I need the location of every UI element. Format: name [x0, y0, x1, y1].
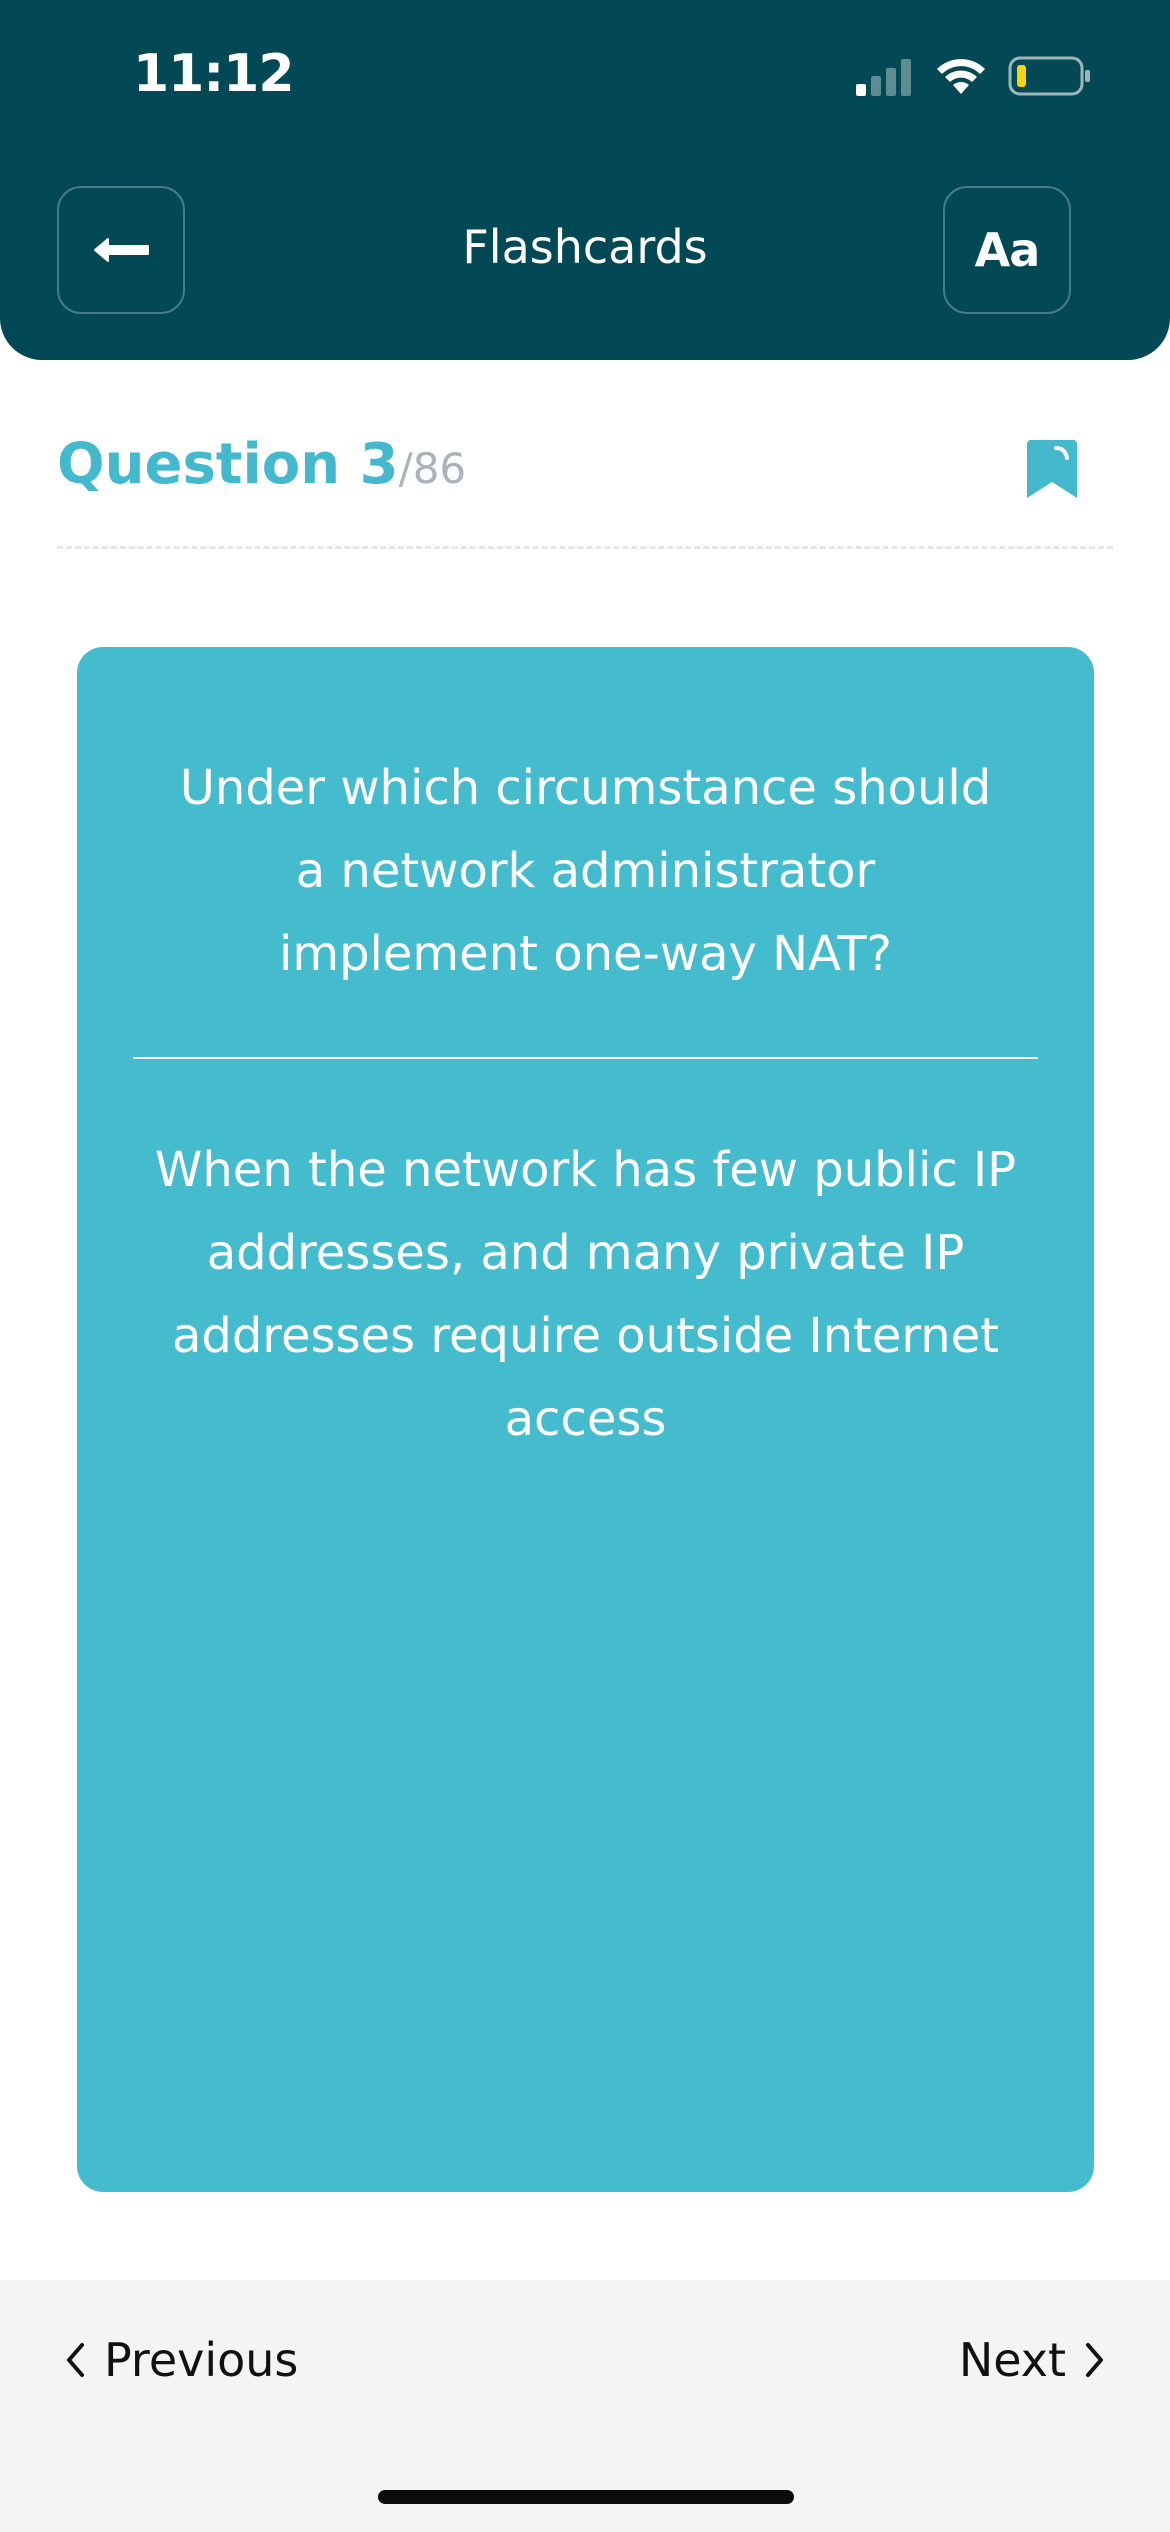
previous-label: Previous	[104, 2333, 299, 2387]
font-size-button[interactable]: Aa	[943, 186, 1071, 314]
bookmark-icon[interactable]	[1025, 436, 1079, 502]
card-answer: When the network has few public IP addre…	[154, 1142, 1017, 1447]
font-size-label: Aa	[974, 223, 1041, 277]
next-label: Next	[958, 2333, 1066, 2387]
flashcards-screen: 11:12 Flashcards Aa Question 3/86 Under …	[0, 0, 1170, 2532]
question-number: Question 3	[57, 432, 399, 497]
previous-button[interactable]: Previous	[64, 2320, 298, 2400]
card-question: Under which circumstance should a networ…	[179, 760, 992, 982]
question-counter: Question 3/86	[57, 432, 466, 512]
status-time: 11:12	[133, 44, 295, 104]
cellular-signal-icon	[856, 59, 911, 96]
dashed-divider	[57, 546, 1113, 549]
question-total: /86	[398, 444, 467, 493]
next-button[interactable]: Next	[959, 2320, 1106, 2400]
chevron-left-icon	[67, 2343, 84, 2377]
flashcard[interactable]: Under which circumstance should a networ…	[77, 647, 1094, 2192]
card-divider	[133, 1057, 1038, 1059]
header-bar: 11:12 Flashcards Aa	[0, 0, 1170, 360]
battery-icon	[1008, 56, 1090, 96]
wifi-icon	[937, 59, 985, 94]
home-indicator	[378, 2490, 794, 2504]
chevron-right-icon	[1086, 2343, 1103, 2377]
